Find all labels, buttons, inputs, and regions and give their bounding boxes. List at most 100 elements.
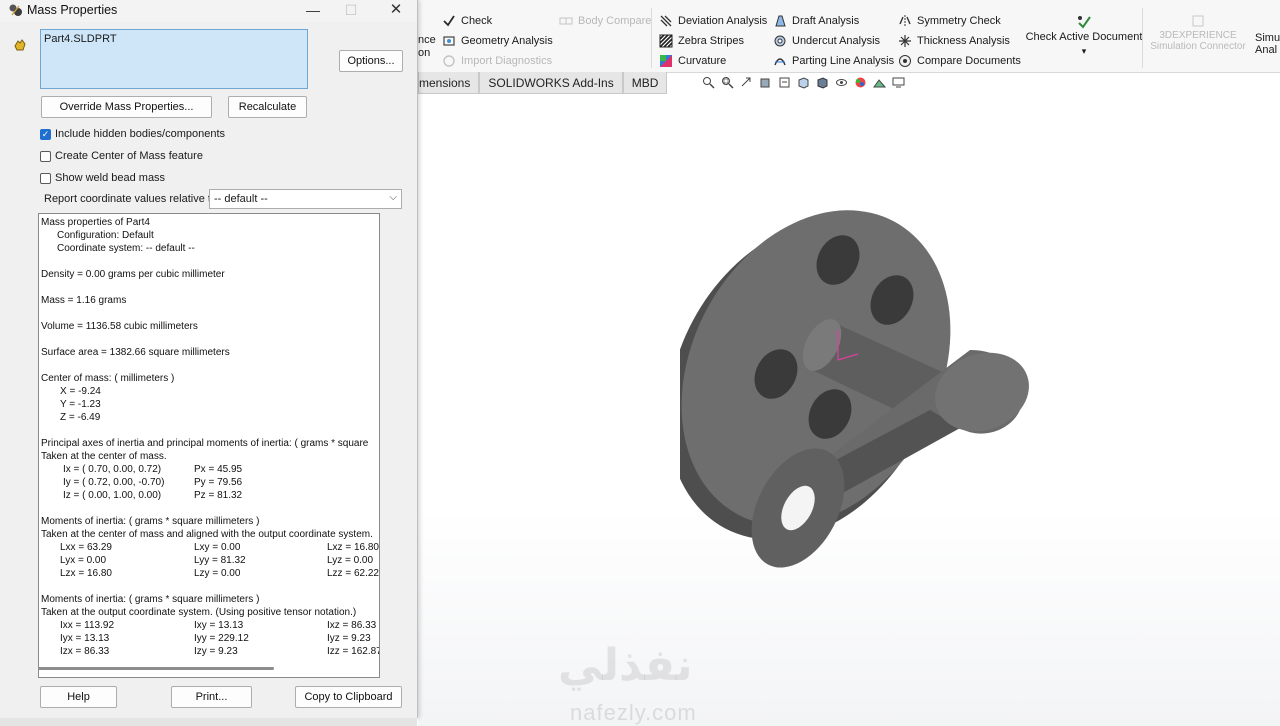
part-3d-model[interactable] <box>680 170 1050 580</box>
results-com-y: Y = -1.23 <box>60 399 101 410</box>
help-button[interactable]: Help <box>40 686 117 708</box>
tab-dimensions[interactable]: mensions <box>418 72 480 94</box>
show-weld-bead-mass-label: Show weld bead mass <box>55 172 166 184</box>
results-horizontal-scrollbar[interactable] <box>38 667 274 670</box>
results-lxy: Lxy = 0.00 <box>194 542 241 553</box>
simulation-connector-icon <box>1192 15 1204 27</box>
results-density: Density = 0.00 grams per cubic millimete… <box>41 269 225 280</box>
import-diagnostics-button[interactable]: Import Diagnostics <box>442 52 552 70</box>
checkbox-unchecked-icon[interactable] <box>40 150 51 162</box>
selected-item-part[interactable]: Part4.SLDPRT <box>44 33 117 45</box>
dialog-titlebar[interactable]: Mass Properties — ☐ ✕ <box>0 0 417 22</box>
thickness-analysis-label: Thickness Analysis <box>917 35 1010 47</box>
thickness-analysis-icon <box>899 35 911 47</box>
deviation-analysis-button[interactable]: Deviation Analysis <box>659 12 767 30</box>
check-active-document-icon <box>1078 16 1091 29</box>
check-button[interactable]: Check <box>442 12 492 30</box>
options-button[interactable]: Options... <box>339 50 403 72</box>
dynamic-annotation-icon[interactable] <box>778 76 791 89</box>
results-iyy: Iyy = 229.12 <box>194 633 249 644</box>
solidworks-window: nce on Check Geometry Analysis Import Di… <box>418 0 1280 726</box>
section-view-icon[interactable] <box>759 76 772 89</box>
symmetry-check-icon <box>899 15 911 27</box>
curvature-button[interactable]: Curvature <box>659 52 726 70</box>
body-compare-icon <box>559 17 573 25</box>
tab-mbd[interactable]: MBD <box>622 72 668 94</box>
results-izx: Izx = 86.33 <box>60 646 110 657</box>
print-button[interactable]: Print... <box>171 686 252 708</box>
simulation-analysis-button[interactable]: Simul Anal <box>1255 32 1280 62</box>
mass-properties-results[interactable]: Mass properties of Part4 Configuration: … <box>38 213 380 678</box>
results-principal-axes-heading: Principal axes of inertia and principal … <box>41 438 369 449</box>
override-mass-properties-button[interactable]: Override Mass Properties... <box>41 96 212 118</box>
minimize-button[interactable]: — <box>303 1 323 19</box>
zoom-to-fit-icon[interactable] <box>702 76 715 89</box>
results-lzz: Lzz = 62.22 <box>327 568 379 579</box>
undercut-analysis-button[interactable]: Undercut Analysis <box>773 32 880 50</box>
watermark-latin: nafezly.com <box>570 700 697 725</box>
deviation-analysis-label: Deviation Analysis <box>678 15 768 27</box>
create-center-of-mass-label: Create Center of Mass feature <box>55 150 203 162</box>
results-py: Py = 79.56 <box>194 477 243 488</box>
selected-items-list[interactable]: Part4.SLDPRT <box>40 29 308 89</box>
maximize-button[interactable]: ☐ <box>341 1 361 19</box>
simulation-connector-button[interactable]: 3DEXPERIENCE Simulation Connector <box>1146 14 1250 64</box>
parting-line-analysis-icon <box>774 58 786 66</box>
zoom-to-area-icon[interactable] <box>721 76 734 89</box>
simulation-label-2: Anal <box>1255 44 1278 56</box>
checkbox-unchecked-icon[interactable] <box>40 172 51 184</box>
simulation-label-1: Simul <box>1255 32 1280 44</box>
report-coordinate-select[interactable]: -- default -- ⌵ <box>209 189 402 209</box>
results-com-x: X = -9.24 <box>60 386 101 397</box>
thickness-analysis-button[interactable]: Thickness Analysis <box>898 32 1010 50</box>
check-active-document-button[interactable]: Check Active Document ▾ <box>1024 14 1144 68</box>
display-style-icon[interactable] <box>816 76 829 89</box>
checkbox-checked-icon[interactable]: ✓ <box>40 128 51 140</box>
report-coordinate-value: -- default -- <box>214 193 268 205</box>
edit-appearance-icon[interactable] <box>854 76 867 89</box>
symmetry-check-label: Symmetry Check <box>917 15 1001 27</box>
mass-properties-icon <box>9 4 22 16</box>
chevron-down-icon: ⌵ <box>389 192 397 203</box>
parting-line-analysis-label: Parting Line Analysis <box>792 55 895 67</box>
hide-show-items-icon[interactable] <box>835 76 848 89</box>
results-center-of-mass-heading: Center of mass: ( millimeters ) <box>41 373 175 384</box>
results-ix: Ix = ( 0.70, 0.00, 0.72) <box>63 464 162 475</box>
close-button[interactable]: ✕ <box>386 1 406 19</box>
apply-scene-icon[interactable] <box>873 76 886 89</box>
results-iz: Iz = ( 0.00, 1.00, 0.00) <box>63 490 162 501</box>
include-hidden-bodies-checkbox[interactable]: ✓ Include hidden bodies/components <box>40 127 225 141</box>
experience-label: 3DEXPERIENCE <box>1159 30 1237 41</box>
results-surface-area: Surface area = 1382.66 square millimeter… <box>41 347 230 358</box>
results-configuration: Configuration: Default <box>57 230 154 241</box>
draft-analysis-button[interactable]: Draft Analysis <box>773 12 859 30</box>
ribbon-truncated-label-2[interactable]: on <box>418 44 430 62</box>
compare-documents-button[interactable]: Compare Documents <box>898 52 1021 70</box>
check-active-document-dropdown[interactable]: ▾ <box>1024 46 1144 57</box>
body-compare-button[interactable]: Body Compare <box>559 12 651 30</box>
check-icon <box>443 15 455 27</box>
results-moments-output-sub: Taken at the output coordinate system. (… <box>41 607 357 618</box>
geometry-analysis-button[interactable]: Geometry Analysis <box>442 32 553 50</box>
results-px: Px = 45.95 <box>194 464 243 475</box>
tab-solidworks-add-ins[interactable]: SOLIDWORKS Add-Ins <box>479 72 623 94</box>
symmetry-check-button[interactable]: Symmetry Check <box>898 12 1001 30</box>
show-weld-bead-mass-checkbox[interactable]: Show weld bead mass <box>40 171 165 185</box>
create-center-of-mass-checkbox[interactable]: Create Center of Mass feature <box>40 149 203 163</box>
geometry-analysis-label: Geometry Analysis <box>461 35 553 47</box>
ribbon-separator-1 <box>651 8 652 68</box>
watermark-arabic: نفذلي <box>558 640 693 691</box>
copy-to-clipboard-button[interactable]: Copy to Clipboard <box>295 686 402 708</box>
ribbon-separator-2 <box>1142 8 1143 68</box>
body-compare-label: Body Compare <box>578 15 652 27</box>
results-ixy: Ixy = 13.13 <box>194 620 244 631</box>
results-mass: Mass = 1.16 grams <box>41 295 127 306</box>
zebra-stripes-button[interactable]: Zebra Stripes <box>659 32 744 50</box>
results-izz: Izz = 162.87 <box>327 646 380 657</box>
parting-line-analysis-button[interactable]: Parting Line Analysis <box>773 52 894 70</box>
results-lxz: Lxz = 16.80 <box>327 542 379 553</box>
previous-view-icon[interactable] <box>740 76 753 89</box>
view-orientation-icon[interactable] <box>797 76 810 89</box>
recalculate-button[interactable]: Recalculate <box>228 96 307 118</box>
view-settings-icon[interactable] <box>892 76 905 89</box>
